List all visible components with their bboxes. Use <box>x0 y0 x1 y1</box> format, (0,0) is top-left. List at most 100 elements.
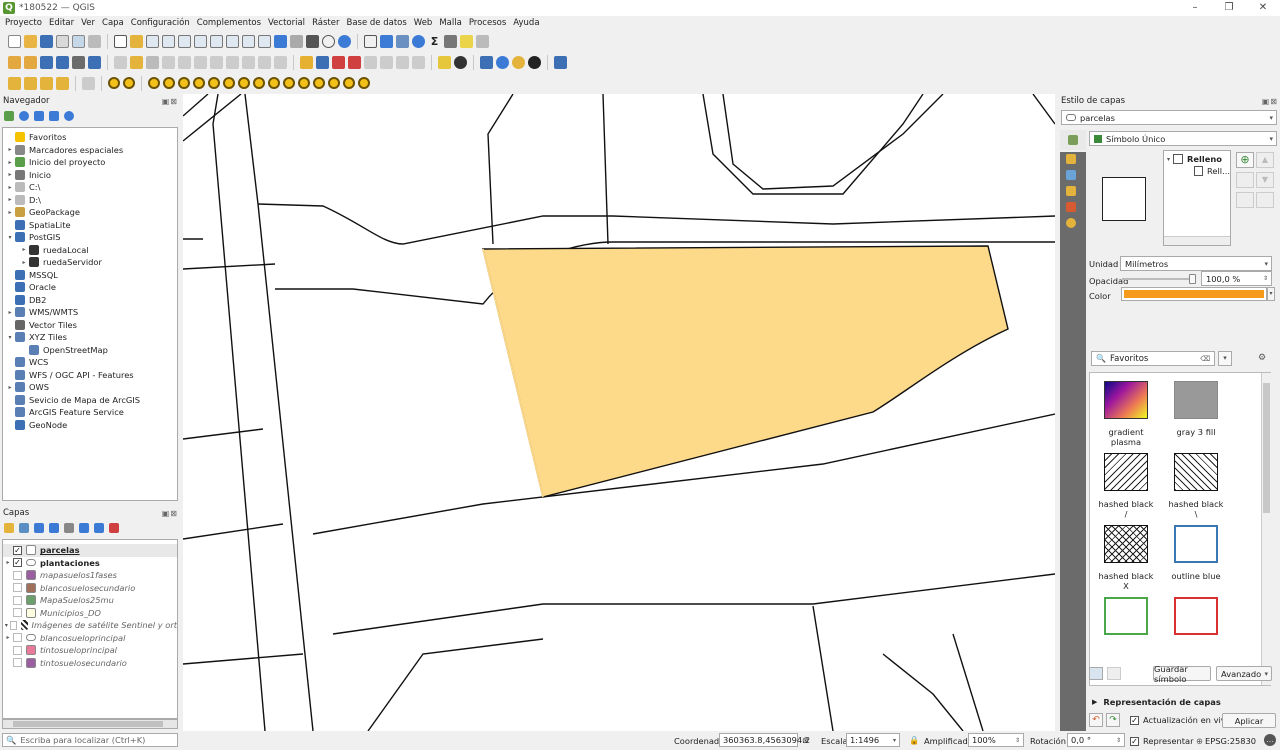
icon-view-button[interactable] <box>1089 667 1103 680</box>
opacity-spinbox[interactable]: 100,0 % ⇕ <box>1201 271 1272 286</box>
zoom-out-icon[interactable] <box>162 34 175 48</box>
new-map-view-icon[interactable] <box>274 34 287 48</box>
menu-procesos[interactable]: Procesos <box>469 18 506 28</box>
remove-layer-icon[interactable] <box>109 523 119 533</box>
browser-item[interactable]: DB2 <box>3 294 177 307</box>
symbol-layer-tree[interactable]: ▾ Relleno Rell... <box>1163 150 1231 246</box>
zoom-last-icon[interactable] <box>242 34 255 48</box>
new-print-layout-icon[interactable] <box>56 34 69 48</box>
save-edits-icon[interactable] <box>146 55 159 69</box>
expand-arrow-icon[interactable]: ▸ <box>3 559 13 566</box>
refresh-icon[interactable] <box>338 34 351 48</box>
plugin-circle-icon-7[interactable] <box>208 77 220 89</box>
plugin-circle-icon-6[interactable] <box>193 77 205 89</box>
map-canvas[interactable] <box>183 94 1055 731</box>
advanced-button[interactable]: Avanzado ▾ <box>1216 666 1272 681</box>
deselect-icon[interactable] <box>40 76 53 90</box>
filter-icon[interactable] <box>34 111 44 121</box>
browser-item[interactable]: Vector Tiles <box>3 319 177 332</box>
expand-arrow-icon[interactable]: ▸ <box>5 196 15 203</box>
zoom-native-icon[interactable] <box>226 34 239 48</box>
color-button[interactable] <box>1121 287 1267 301</box>
plugin-circle-icon-10[interactable] <box>253 77 265 89</box>
layout-manager-icon[interactable] <box>72 34 85 48</box>
field-calculator-icon[interactable] <box>396 34 409 48</box>
layer-visibility-checkbox[interactable] <box>13 583 22 593</box>
browser-item[interactable]: WCS <box>3 356 177 369</box>
layer-select[interactable]: parcelas ▾ <box>1061 110 1277 125</box>
browser-item[interactable]: ▸ ruedaServidor <box>3 256 177 269</box>
diagrams-tab-icon[interactable] <box>1066 202 1076 212</box>
layer-visibility-checkbox[interactable] <box>13 595 22 605</box>
expand-arrow-icon[interactable]: ▾ <box>1167 156 1170 163</box>
symbology-tab[interactable] <box>1060 130 1086 150</box>
filter-expression-icon[interactable] <box>64 523 74 533</box>
browser-item[interactable]: ▸ D:\ <box>3 194 177 207</box>
mask-tab-icon[interactable] <box>1066 170 1076 180</box>
symbol-tile[interactable]: outline blue <box>1166 525 1226 581</box>
select-features-icon[interactable] <box>8 76 21 90</box>
layer-visibility-checkbox[interactable] <box>13 645 22 655</box>
expand-arrow-icon[interactable]: ▸ <box>5 146 15 153</box>
info-icon[interactable] <box>64 111 74 121</box>
magnifier-spinbox[interactable]: 100% ⇕ <box>968 733 1024 747</box>
panel-float-close-icon[interactable]: ▣⊠ <box>162 509 178 518</box>
plugin-circle-icon-13[interactable] <box>298 77 310 89</box>
menu-malla[interactable]: Malla <box>439 18 461 28</box>
symbol-tile[interactable]: hashed black X <box>1096 525 1156 591</box>
clear-search-icon[interactable]: ⌫ <box>1200 355 1210 363</box>
layer-visibility-checkbox[interactable] <box>9 620 17 630</box>
select-by-value-icon[interactable] <box>24 76 37 90</box>
layer-item[interactable]: mapasuelos1fases <box>3 569 177 582</box>
plugin-icon-1[interactable] <box>512 55 525 69</box>
browser-item[interactable]: ▾ PostGIS <box>3 231 177 244</box>
add-group-icon[interactable] <box>19 523 29 533</box>
redo-style-button[interactable]: ↷ <box>1106 713 1120 727</box>
style-panel-icon[interactable] <box>4 523 14 533</box>
close-button[interactable]: ✕ <box>1246 0 1280 16</box>
gps-icon[interactable] <box>454 55 467 69</box>
data-source-manager-icon[interactable] <box>8 55 21 69</box>
label-pin-icon[interactable] <box>316 55 329 69</box>
live-update-checkbox[interactable]: ✓ <box>1130 715 1139 725</box>
layer-item[interactable]: ▾ Imágenes de satélite Sentinel y ort <box>3 619 177 632</box>
measure-icon[interactable] <box>444 34 457 48</box>
undo-style-button[interactable]: ↶ <box>1089 713 1103 727</box>
menu-base-de-datos[interactable]: Base de datos <box>346 18 406 28</box>
digitize-icon[interactable] <box>82 76 95 90</box>
minimize-button[interactable]: – <box>1178 0 1212 16</box>
lock-color-button[interactable] <box>1236 192 1254 208</box>
menu-proyecto[interactable]: Proyecto <box>5 18 42 28</box>
add-selected-layers-icon[interactable] <box>4 111 14 121</box>
browser-item[interactable]: ArcGIS Feature Service <box>3 406 177 419</box>
layer-visibility-checkbox[interactable] <box>13 570 22 580</box>
plugin-icon-3[interactable] <box>554 55 567 69</box>
warning-icon[interactable] <box>438 55 451 69</box>
layer-item[interactable]: tintosueloprincipal <box>3 644 177 657</box>
add-layer-icon[interactable] <box>72 55 85 69</box>
remove-symbol-layer-button[interactable] <box>1236 172 1254 188</box>
expand-arrow-icon[interactable]: ▸ <box>5 159 15 166</box>
layer-item[interactable]: blancosuelosecundario <box>3 582 177 595</box>
browser-item[interactable]: ▸ C:\ <box>3 181 177 194</box>
save-symbol-button[interactable]: Guardar símbolo <box>1153 664 1211 684</box>
color-dropdown-button[interactable]: ▾ <box>1267 287 1275 301</box>
zoom-to-selection-icon[interactable] <box>194 34 207 48</box>
plugin-icon-2[interactable] <box>528 55 541 69</box>
layer-visibility-checkbox[interactable] <box>13 633 22 643</box>
layer-visibility-checkbox[interactable]: ✓ <box>13 545 22 555</box>
map-svg[interactable] <box>183 94 1055 731</box>
expand-arrow-icon[interactable]: ▸ <box>5 184 15 191</box>
python-console-icon[interactable] <box>480 55 493 69</box>
panel-float-close-icon[interactable]: ▣⊠ <box>1262 97 1278 106</box>
new-project-icon[interactable] <box>8 34 21 48</box>
browser-item[interactable]: ▸ Inicio <box>3 169 177 182</box>
menu-ayuda[interactable]: Ayuda <box>513 18 539 28</box>
style-manager-icon[interactable]: ⚙ <box>1258 353 1270 365</box>
zoom-to-layer-icon[interactable] <box>210 34 223 48</box>
render-checkbox[interactable]: ✓ <box>1130 736 1139 746</box>
history-tab-icon[interactable] <box>1066 218 1076 228</box>
menu-complementos[interactable]: Complementos <box>197 18 261 28</box>
browser-item[interactable]: ▸ ruedaLocal <box>3 244 177 257</box>
symbol-search-input[interactable]: 🔍 Favoritos ⌫ <box>1091 351 1215 366</box>
